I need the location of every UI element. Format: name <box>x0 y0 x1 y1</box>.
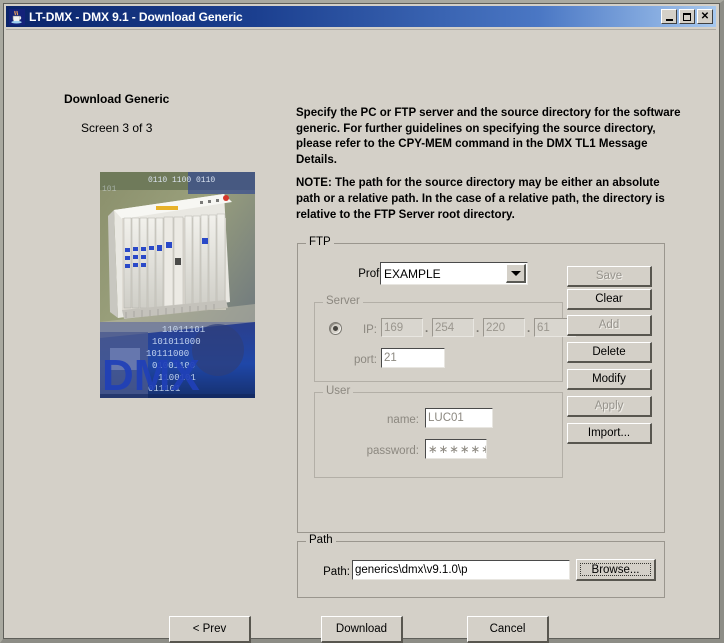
ftp-group-title: FTP <box>306 236 334 248</box>
user-password-field[interactable]: ∗∗∗∗∗∗ <box>425 439 487 459</box>
add-button[interactable]: Add <box>567 315 652 336</box>
ip-label: IP: <box>362 324 377 336</box>
port-label: port: <box>353 354 377 366</box>
close-icon: ✕ <box>700 11 710 22</box>
svg-text:DMX: DMX <box>102 351 200 398</box>
page-title: Download Generic <box>64 92 170 106</box>
ip-separator-3: . <box>527 323 531 335</box>
server-group: Server IP: 169 . 254 . 220 . 61 port: 21 <box>314 295 576 382</box>
close-button[interactable]: ✕ <box>697 9 713 24</box>
download-button[interactable]: Download <box>321 616 403 643</box>
screen-step-label: Screen 3 of 3 <box>81 121 153 135</box>
path-group-title: Path <box>306 534 336 546</box>
prev-button[interactable]: < Prev <box>169 616 251 643</box>
title-bar[interactable]: LT-DMX - DMX 9.1 - Download Generic ✕ <box>6 6 716 27</box>
import-button[interactable]: Import... <box>567 423 652 444</box>
instructions-paragraph-2: NOTE: The path for the source directory … <box>296 177 665 221</box>
user-password-label: password: <box>366 445 419 457</box>
minimize-button[interactable] <box>661 9 677 24</box>
user-name-field[interactable]: LUC01 <box>425 408 493 428</box>
maximize-button[interactable] <box>679 9 695 24</box>
modify-button[interactable]: Modify <box>567 369 652 390</box>
path-input[interactable]: generics\dmx\v9.1.0\p <box>352 560 570 580</box>
path-group: Path Path: generics\dmx\v9.1.0\p Browse.… <box>297 534 665 598</box>
delete-button[interactable]: Delete <box>567 342 652 363</box>
browse-button[interactable]: Browse... <box>576 559 656 581</box>
radio-selected-dot <box>333 326 338 331</box>
profile-combobox-value: EXAMPLE <box>384 266 441 281</box>
java-coffee-cup-icon <box>9 8 25 25</box>
svg-text:11011101: 11011101 <box>162 325 205 335</box>
svg-text:101: 101 <box>102 185 117 194</box>
window-controls: ✕ <box>661 9 713 24</box>
apply-button[interactable]: Apply <box>567 396 652 417</box>
ip-octet-2[interactable]: 254 <box>432 318 474 337</box>
window-inner-frame: LT-DMX - DMX 9.1 - Download Generic ✕ Do… <box>3 3 720 643</box>
profile-combobox[interactable]: EXAMPLE <box>380 262 528 285</box>
user-name-label: name: <box>387 414 419 426</box>
user-group: User name: LUC01 password: ∗∗∗∗∗∗ <box>314 385 563 478</box>
ip-separator-2: . <box>476 323 480 335</box>
application-window: LT-DMX - DMX 9.1 - Download Generic ✕ Do… <box>0 0 724 643</box>
ip-separator-1: . <box>425 323 429 335</box>
server-group-title: Server <box>323 295 363 307</box>
port-field[interactable]: 21 <box>381 348 445 368</box>
save-button[interactable]: Save <box>567 266 652 287</box>
user-group-title: User <box>323 385 354 397</box>
ftp-group: FTP Profile: EXAMPLE Server IP: 169 . 25… <box>297 236 665 533</box>
path-label: Path: <box>323 566 350 578</box>
chevron-down-icon[interactable] <box>506 264 526 283</box>
cancel-button[interactable]: Cancel <box>467 616 549 643</box>
ip-octet-3[interactable]: 220 <box>483 318 525 337</box>
clear-button[interactable]: Clear <box>567 289 652 310</box>
instructions-paragraph-1: Specify the PC or FTP server and the sou… <box>296 107 681 166</box>
svg-text:101011000: 101011000 <box>152 337 201 347</box>
server-ip-radio[interactable] <box>329 322 342 335</box>
svg-text:0110 1100 0110: 0110 1100 0110 <box>148 176 215 185</box>
product-photo: 0110 1100 0110 101 11011101 101011000 10… <box>100 172 255 398</box>
client-area: Download Generic Screen 3 of 3 0110 1100… <box>6 29 716 643</box>
browse-button-label: Browse... <box>591 563 640 576</box>
instructions-block: Specify the PC or FTP server and the sou… <box>296 106 686 223</box>
window-title: LT-DMX - DMX 9.1 - Download Generic <box>29 9 243 24</box>
ip-octet-1[interactable]: 169 <box>381 318 423 337</box>
